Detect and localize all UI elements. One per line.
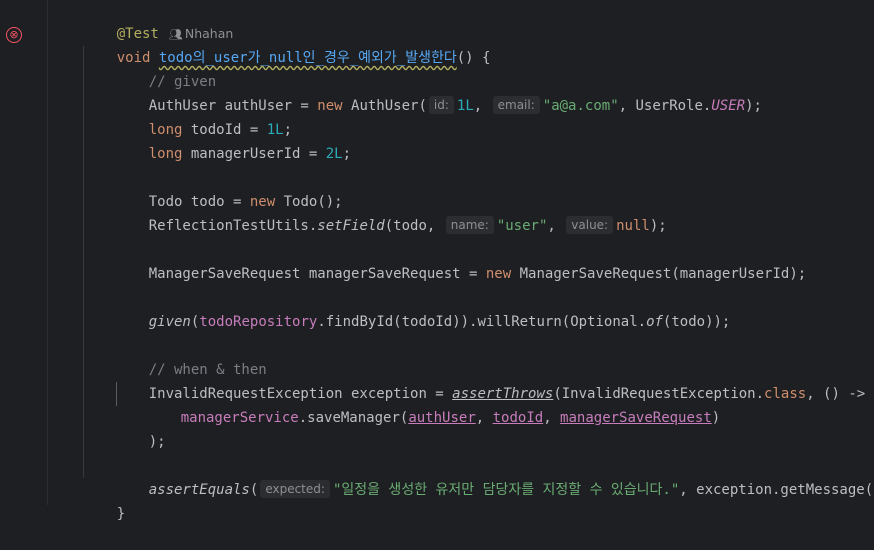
param-hint-name: name: xyxy=(445,216,494,234)
code-editor[interactable]: @Test 👥︎ Nhahan void todo의_user가_null인_경우_… xyxy=(0,0,874,522)
code-line-reflection: ReflectionTestUtils.setField(todo, name:… xyxy=(148,216,667,234)
code-line-method: void todo의_user가_null인_경우_예외가_발생한다() { xyxy=(116,50,491,66)
code-line-close-lambda: ); xyxy=(148,434,166,450)
code-line-assert-equals: assertEquals(expected: "일정을 생성한 유저만 담당자를 … xyxy=(148,480,874,498)
code-line-given-stub: given(todoRepository.findById(todoId)).w… xyxy=(148,314,731,330)
param-hint-email: email: xyxy=(492,96,540,114)
code-line-todo: Todo todo = new Todo(); xyxy=(148,194,343,210)
code-line-manager-save-request: ManagerSaveRequest managerSaveRequest = … xyxy=(148,266,807,282)
code-line-given-comment: // given xyxy=(148,74,217,90)
param-hint-expected: expected: xyxy=(260,480,330,498)
code-line-assert-throws: InvalidRequestException exception = asse… xyxy=(148,386,866,402)
code-line-save-manager: managerService.saveManager(authUser, tod… xyxy=(180,410,721,426)
code-line-manageruserid: long managerUserId = 2L; xyxy=(148,146,352,162)
code-line-authuser: AuthUser authUser = new AuthUser(id: 1L, … xyxy=(148,96,762,114)
code-line-close-brace: } xyxy=(116,506,126,522)
param-hint-value: value: xyxy=(566,216,614,234)
indent-guide xyxy=(83,46,84,478)
param-hint-id: id: xyxy=(428,96,454,114)
code-line-when-comment: // when & then xyxy=(148,362,267,378)
code-line-todoid: long todoId = 1L; xyxy=(148,122,293,138)
code-line-annotation: @Test 👥︎ Nhahan xyxy=(83,0,234,42)
